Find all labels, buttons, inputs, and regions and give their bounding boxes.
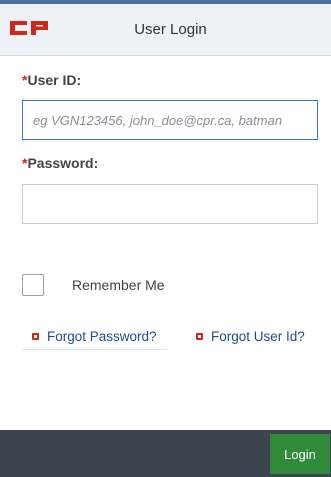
- forgot-user-id-link[interactable]: Forgot User Id?: [196, 329, 305, 344]
- login-button[interactable]: Login: [270, 434, 330, 474]
- user-id-label: *User ID:: [22, 72, 81, 88]
- link-bullet-icon: [32, 332, 39, 340]
- forgot-user-id-text[interactable]: Forgot User Id?: [211, 329, 305, 344]
- password-label: *Password:: [22, 155, 98, 171]
- forgot-password-text[interactable]: Forgot Password?: [47, 329, 157, 344]
- user-id-label-text: User ID:: [27, 72, 82, 88]
- remember-me-checkbox[interactable]: [22, 274, 44, 296]
- user-id-input[interactable]: [22, 100, 318, 140]
- header-bar: User Login: [0, 4, 331, 56]
- link-bullet-icon: [196, 332, 203, 340]
- password-input[interactable]: [22, 184, 318, 224]
- link-divider: [22, 349, 167, 350]
- login-page: User Login *User ID: *Password: Remember…: [0, 0, 331, 477]
- remember-me-label[interactable]: Remember Me: [72, 277, 165, 293]
- password-label-text: Password:: [27, 155, 99, 171]
- page-title: User Login: [134, 21, 207, 38]
- forgot-password-link[interactable]: Forgot Password?: [32, 329, 157, 344]
